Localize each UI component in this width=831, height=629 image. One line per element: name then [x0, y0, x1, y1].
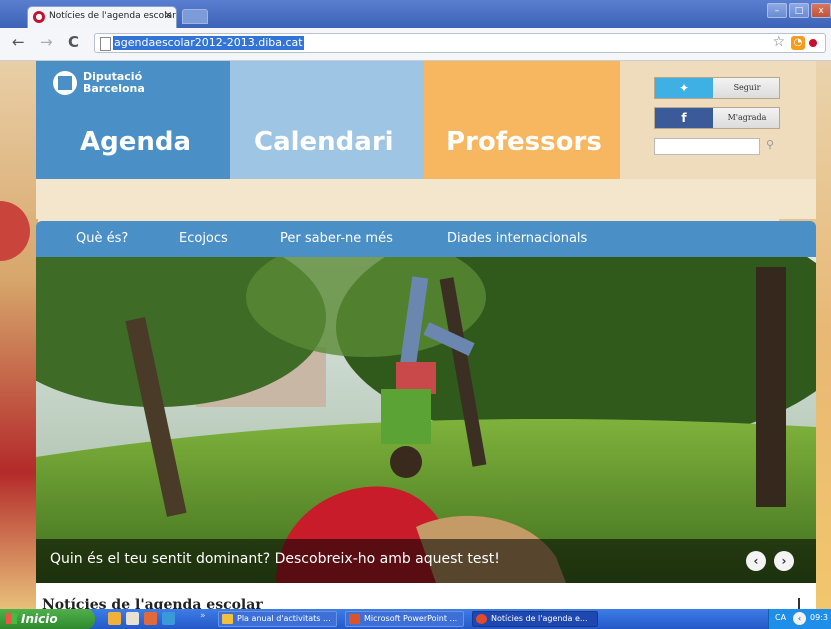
- windows-flag-icon: [6, 613, 17, 624]
- nav-agenda[interactable]: Agenda: [80, 127, 191, 157]
- browser-tab-bar: ● Notícies de l'agenda escolar × – □ x: [0, 0, 831, 28]
- site-search-input[interactable]: [654, 138, 760, 155]
- quicklaunch-ie-icon[interactable]: [162, 612, 175, 625]
- tab-close-button[interactable]: ×: [164, 10, 172, 21]
- extension-icon[interactable]: [809, 39, 817, 47]
- subnav-diades-internacionals[interactable]: Diades internacionals: [447, 231, 587, 246]
- taskbar-item-label: Microsoft PowerPoint ...: [364, 614, 458, 623]
- hero-caption[interactable]: Quin és el teu sentit dominant? Descobre…: [50, 551, 500, 567]
- clock[interactable]: 09:3: [810, 613, 828, 622]
- hero-slideshow[interactable]: Quin és el teu sentit dominant? Descobre…: [36, 257, 816, 583]
- content-divider: [798, 598, 800, 609]
- like-label: M'agrada: [727, 113, 767, 122]
- hero-next-button[interactable]: ›: [774, 551, 794, 571]
- folder-icon: [222, 614, 233, 624]
- site-favicon-icon: ●: [33, 11, 45, 23]
- start-button[interactable]: Inicio: [0, 609, 95, 629]
- powerpoint-icon: [349, 614, 360, 624]
- browser-toolbar: ← → C agendaescolar2012-2013.diba.cat ☆ …: [0, 28, 831, 61]
- new-tab-button[interactable]: [182, 9, 208, 24]
- subnav-per-saber-ne-mes[interactable]: Per saber-ne més: [280, 231, 393, 246]
- news-heading: Notícies de l'agenda escolar: [42, 597, 263, 609]
- quicklaunch-folder-icon[interactable]: [108, 612, 121, 625]
- quicklaunch-more-button[interactable]: »: [200, 611, 206, 621]
- taskbar-item-powerpoint[interactable]: Microsoft PowerPoint ...: [345, 611, 464, 627]
- site-container: Diputació Barcelona Agenda Calendari Pro…: [36, 61, 816, 609]
- url-text[interactable]: agendaescolar2012-2013.diba.cat: [113, 36, 304, 50]
- twitter-bird-icon: ✦: [655, 78, 713, 98]
- tab-title: Notícies de l'agenda escolar: [49, 11, 176, 21]
- subnav-ecojocs[interactable]: Ecojocs: [179, 231, 228, 246]
- language-indicator[interactable]: CA: [775, 613, 786, 622]
- forward-button[interactable]: →: [40, 33, 53, 51]
- facebook-icon: f: [655, 108, 713, 128]
- start-label: Inicio: [21, 612, 58, 626]
- back-button[interactable]: ←: [12, 33, 25, 51]
- tray-info-icon[interactable]: ‹: [793, 612, 806, 625]
- minimize-button[interactable]: –: [767, 3, 787, 18]
- bookmark-star-icon[interactable]: ☆: [772, 34, 785, 50]
- diputacio-logo[interactable]: Diputació Barcelona: [53, 71, 145, 95]
- header-wave: [36, 179, 816, 219]
- reload-button[interactable]: C: [68, 33, 79, 51]
- quicklaunch-firefox-icon[interactable]: [144, 612, 157, 625]
- nav-calendari[interactable]: Calendari: [254, 127, 394, 157]
- chrome-icon: [476, 614, 487, 624]
- window-controls: – □ x: [767, 3, 831, 18]
- taskbar-item-label: Pla anual d'activitats ...: [237, 614, 331, 623]
- nav-professors[interactable]: Professors: [446, 127, 602, 157]
- hero-photo: [36, 257, 816, 583]
- search-icon[interactable]: ⚲: [766, 138, 774, 151]
- follow-label: Seguir: [733, 83, 761, 92]
- diputacio-logo-icon: [53, 71, 77, 95]
- taskbar: Inicio » Pla anual d'activitats ... Micr…: [0, 609, 831, 629]
- system-tray: CA ‹ 09:3: [768, 609, 831, 629]
- page-icon: [100, 37, 111, 51]
- browser-tab-active[interactable]: ● Notícies de l'agenda escolar ×: [27, 6, 177, 28]
- taskbar-item-folder[interactable]: Pla anual d'activitats ...: [218, 611, 337, 627]
- page-viewport: Diputació Barcelona Agenda Calendari Pro…: [0, 61, 831, 609]
- rss-icon[interactable]: ◔: [791, 36, 805, 50]
- taskbar-item-chrome[interactable]: Notícies de l'agenda e...: [472, 611, 598, 627]
- decorative-left-border: [0, 61, 38, 609]
- logo-line-2: Barcelona: [83, 82, 145, 95]
- quicklaunch-printer-icon[interactable]: [126, 612, 139, 625]
- sub-navigation: Què és? Ecojocs Per saber-ne més Diades …: [36, 221, 816, 257]
- address-bar[interactable]: agendaescolar2012-2013.diba.cat ☆ ◔: [94, 33, 826, 53]
- maximize-button[interactable]: □: [789, 3, 809, 18]
- twitter-follow-button[interactable]: ✦ Seguir: [654, 77, 780, 99]
- subnav-que-es[interactable]: Què és?: [76, 231, 128, 246]
- close-window-button[interactable]: x: [811, 3, 831, 18]
- facebook-like-button[interactable]: f M'agrada: [654, 107, 780, 129]
- hero-prev-button[interactable]: ‹: [746, 551, 766, 571]
- taskbar-item-label: Notícies de l'agenda e...: [491, 614, 588, 623]
